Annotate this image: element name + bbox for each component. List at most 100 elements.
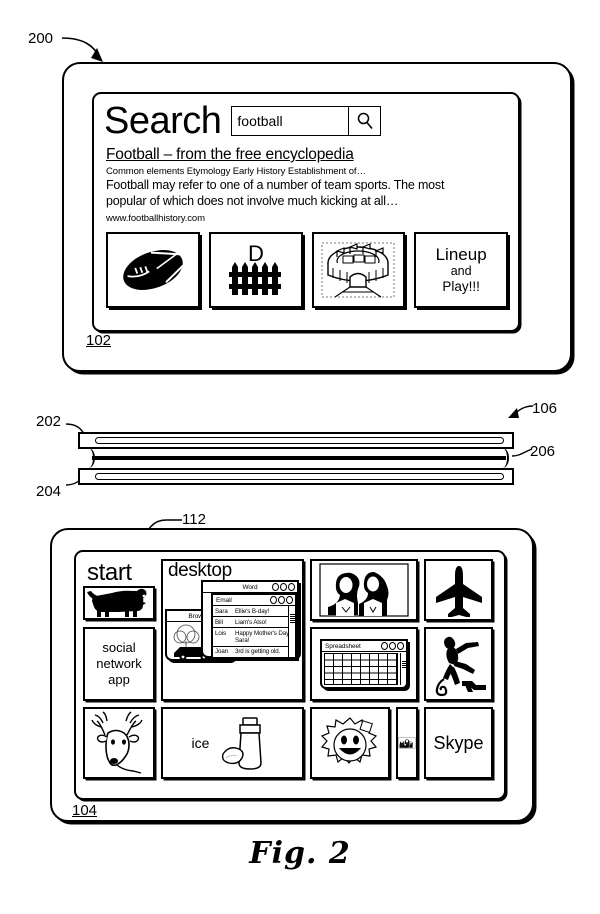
dog-icon [87, 588, 147, 617]
top-tablet-device: 102 Search Football – from the fre [62, 62, 572, 372]
window-email-title: Email [216, 596, 232, 604]
window-email-titlebar: Email [213, 595, 295, 606]
email-row[interactable]: Bill Liam's Also! [213, 617, 295, 629]
layer-bottom-inner [95, 473, 504, 480]
smiling-sun-icon [320, 717, 378, 764]
email-sender: Sara [215, 607, 228, 615]
thumbnail-football[interactable] [106, 231, 200, 308]
lineup-label-line2: and [450, 264, 472, 279]
spreadsheet-cells[interactable] [324, 653, 398, 685]
search-header: Search [94, 94, 518, 140]
close-icon[interactable] [288, 583, 295, 591]
window-spreadsheet-title: Spreadsheet [325, 642, 361, 650]
thumbnail-defense[interactable]: D [208, 231, 303, 308]
search-input[interactable] [232, 107, 349, 135]
maximize-icon[interactable] [389, 642, 396, 650]
start-screen: start desktop Browser Word Email Sara El… [74, 550, 506, 800]
search-result-title[interactable]: Football – from the free encyclopedia [106, 146, 506, 164]
email-subject: Happy Mother's Day Sara! [235, 629, 290, 644]
tile-dog[interactable] [83, 586, 155, 620]
patent-figure-page: 200 102 Search football Football – from … [0, 0, 600, 914]
window-email-controls[interactable] [270, 596, 293, 604]
search-result: Football – from the free encyclopedia Co… [94, 140, 518, 224]
close-icon[interactable] [286, 596, 293, 604]
layer-top-202 [78, 432, 514, 449]
football-icon [123, 249, 184, 290]
desktop-tile-label: desktop [168, 560, 232, 581]
search-submit-button[interactable] [348, 107, 381, 135]
email-subject: Liam's Also! [235, 618, 267, 626]
skype-label: Skype [433, 732, 484, 753]
lineup-label-line1: Lineup [435, 244, 487, 264]
cocktail-shaker-lemon-icon [222, 717, 263, 770]
email-sender: Joan [215, 648, 229, 655]
maximize-icon[interactable] [280, 583, 287, 591]
spreadsheet-scrollbar[interactable] [400, 653, 406, 685]
ref-label-202: 202 [36, 413, 62, 430]
maximize-icon[interactable] [278, 596, 285, 604]
social-app-label-line3: app [108, 671, 130, 687]
ref-label-102: 102 [86, 332, 112, 349]
layer-stack-106 [78, 432, 514, 488]
social-app-label-line1: social [102, 640, 136, 656]
search-result-meta: Common elements Etymology Early History … [106, 166, 366, 177]
social-app-label: social network app [96, 640, 142, 688]
email-scrollbar[interactable] [288, 606, 295, 657]
minimize-icon[interactable] [272, 583, 279, 591]
layer-top-inner [95, 437, 504, 444]
leader-line-106 [508, 405, 534, 418]
email-subject: Ellie's B-day! [235, 607, 270, 615]
tile-ice[interactable]: ice [161, 707, 304, 779]
tile-airplane[interactable] [424, 559, 493, 621]
couple-photo [319, 563, 409, 617]
tile-sun[interactable] [310, 707, 390, 779]
tile-desktop[interactable]: desktop Browser Word Email Sara Ellie's … [161, 559, 304, 701]
deer-icon [91, 711, 143, 774]
window-spreadsheet-controls[interactable] [381, 642, 404, 650]
window-word-titlebar: Word [203, 582, 297, 593]
email-row[interactable]: Joan 3rd is getting old. [213, 647, 295, 658]
email-sender: Bill [215, 618, 223, 626]
window-word-title: Word [242, 583, 258, 591]
window-spreadsheet-titlebar: Spreadsheet [322, 641, 406, 652]
tile-social-network-app[interactable]: social network app [83, 627, 155, 701]
email-subject: 3rd is getting old. [235, 648, 281, 655]
tile-monkey-gun[interactable] [424, 627, 493, 701]
tile-skype[interactable]: Skype [424, 707, 493, 779]
ref-label-104: 104 [72, 802, 98, 819]
search-result-snippet-line1: Football may refer to one of a number of… [106, 178, 445, 192]
tile-photo-couple[interactable] [310, 559, 418, 621]
figure-caption: Fig. 2 [249, 836, 351, 871]
bottom-tablet-device: 104 start desktop Browser Word Email Sar… [50, 528, 534, 822]
tile-group-row3 [310, 707, 418, 779]
tile-deer[interactable] [83, 707, 155, 779]
thumbnail-lineup[interactable]: Lineup and Play!!! [414, 231, 508, 308]
window-word-controls[interactable] [272, 583, 295, 591]
search-result-snippet-line2: popular of which does not involve much k… [106, 194, 399, 209]
thumbnail-stadium[interactable] [311, 231, 406, 308]
window-email[interactable]: Email Sara Ellie's B-day! Bill Liam's Al… [211, 593, 297, 659]
tile-family-photo[interactable] [396, 707, 418, 779]
monkey-with-gun-icon [435, 636, 486, 697]
minimize-icon[interactable] [270, 596, 277, 604]
start-title: start [83, 559, 132, 587]
layer-middle-206 [92, 456, 506, 460]
tile-spreadsheet[interactable]: Spreadsheet [310, 627, 418, 701]
scrollbar-thumb[interactable] [289, 614, 295, 623]
family-photo [398, 737, 416, 749]
search-screen: Search Football – from the free encyclop… [92, 92, 520, 332]
social-app-label-line2: network [96, 656, 142, 672]
search-result-url[interactable]: www.footballhistory.com [106, 213, 506, 224]
email-sender: Lois [215, 629, 226, 637]
close-icon[interactable] [397, 642, 404, 650]
window-spreadsheet[interactable]: Spreadsheet [320, 639, 408, 689]
ref-label-204: 204 [36, 483, 62, 500]
email-row[interactable]: Sara Ellie's B-day! [213, 606, 295, 618]
email-row[interactable]: Lois Happy Mother's Day Sara! [213, 628, 295, 647]
ref-label-200: 200 [28, 30, 54, 47]
search-thumbnail-row: D Lineup and Play!!! [94, 224, 518, 308]
minimize-icon[interactable] [381, 642, 388, 650]
search-box[interactable] [231, 106, 382, 136]
scrollbar-thumb[interactable] [401, 661, 406, 669]
search-page-title: Search [104, 100, 222, 142]
